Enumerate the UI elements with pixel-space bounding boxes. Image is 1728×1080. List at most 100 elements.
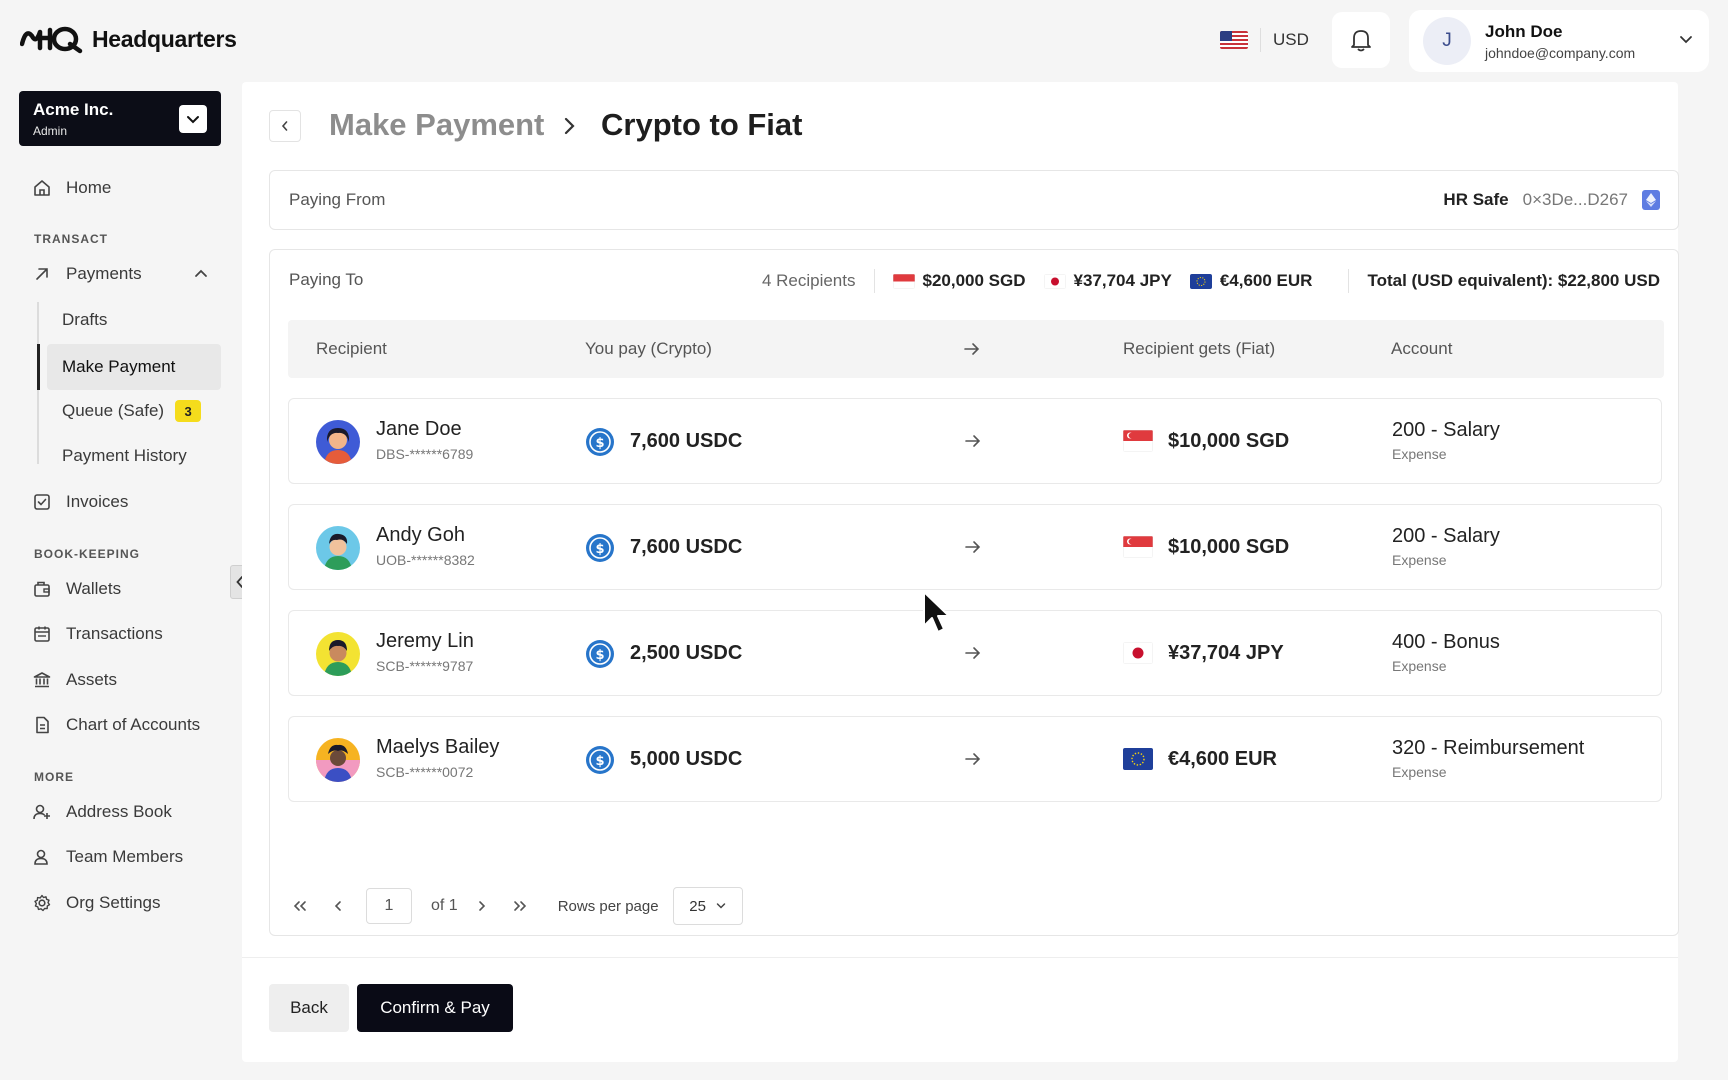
sidebar-item-address-book[interactable]: Address Book: [32, 798, 172, 826]
calendar-icon: [34, 626, 50, 642]
svg-text:$: $: [595, 542, 604, 557]
page-number-input[interactable]: 1: [366, 888, 412, 924]
eu-flag-icon: [1123, 748, 1153, 770]
avatar: [316, 526, 360, 570]
sidebar-item-invoices[interactable]: Invoices: [32, 488, 128, 516]
bell-icon: [1351, 30, 1371, 52]
next-page-icon[interactable]: [470, 894, 494, 918]
total-amount: ¥37,704 JPY: [1073, 271, 1172, 290]
sidebar-item-transactions[interactable]: Transactions: [32, 620, 163, 648]
paying-from-card: Paying From HR Safe 0×3De...D267: [269, 170, 1679, 230]
paying-from-label: Paying From: [289, 190, 386, 209]
account-type: Expense: [1392, 658, 1447, 674]
sidebar-item-payments[interactable]: Payments: [32, 260, 208, 288]
chevron-left-icon: [281, 121, 288, 131]
sidebar-item-label: Address Book: [66, 802, 172, 821]
avatar: [316, 420, 360, 464]
column-header-you-pay: You pay (Crypto): [585, 339, 712, 358]
sidebar-item-org-settings[interactable]: Org Settings: [32, 889, 161, 917]
usdc-icon: $: [586, 428, 614, 456]
column-header-recipient-gets: Recipient gets (Fiat): [1123, 339, 1276, 358]
back-button[interactable]: Back: [269, 984, 349, 1032]
sidebar-item-payment-history[interactable]: Payment History: [62, 442, 187, 470]
sidebar-item-drafts[interactable]: Drafts: [62, 306, 107, 334]
table-row[interactable]: Maelys Bailey SCB-******0072 $ 5,000 USD…: [288, 716, 1662, 802]
sidebar-item-team-members[interactable]: Team Members: [32, 843, 183, 871]
back-arrow-button[interactable]: [269, 110, 301, 142]
table-row[interactable]: Jane Doe DBS-******6789 $ 7,600 USDC $10…: [288, 398, 1662, 484]
singapore-flag-icon: [1123, 536, 1153, 558]
recipient-bank-account: SCB-******0072: [376, 764, 474, 780]
chevron-down-icon: [1680, 36, 1692, 44]
first-page-icon[interactable]: [288, 894, 312, 918]
section-label-more: MORE: [34, 770, 74, 784]
chevron-down-icon: [187, 116, 199, 124]
table-row[interactable]: Jeremy Lin SCB-******9787 $ 2,500 USDC ¥…: [288, 610, 1662, 696]
org-switcher[interactable]: Acme Inc. Admin: [19, 91, 221, 146]
rows-per-page-value: 25: [689, 897, 706, 915]
rows-per-page-label: Rows per page: [557, 897, 659, 915]
fiat-amount: ¥37,704 JPY: [1168, 642, 1284, 664]
last-page-icon[interactable]: [508, 894, 532, 918]
user-menu[interactable]: J John Doe johndoe@company.com: [1409, 10, 1709, 72]
breadcrumb-parent[interactable]: Make Payment: [329, 107, 544, 143]
avatar: [316, 738, 360, 782]
paying-to-summary: 4 Recipients $20,000 SGD ¥37,704 JPY €4,…: [762, 268, 1660, 294]
usdc-icon: $: [586, 746, 614, 774]
safe-address[interactable]: 0×3De...D267: [1523, 190, 1628, 210]
sidebar-item-label: Wallets: [66, 579, 122, 598]
notifications-button[interactable]: [1332, 12, 1390, 68]
prev-page-icon[interactable]: [326, 894, 350, 918]
total-eur: €4,600 EUR: [1189, 271, 1312, 291]
user-email: johndoe@company.com: [1485, 44, 1636, 61]
sidebar-item-wallets[interactable]: Wallets: [32, 575, 121, 603]
crypto-amount: 7,600 USDC: [630, 536, 743, 558]
arrow-right-icon: [965, 541, 981, 553]
arrow-right-icon: [964, 343, 980, 355]
table-row[interactable]: Andy Goh UOB-******8382 $ 7,600 USDC $10…: [288, 504, 1662, 590]
account-name: 200 - Salary: [1392, 419, 1500, 441]
sidebar: Acme Inc. Admin Home TRANSACT Payments D…: [0, 82, 250, 1080]
fiat-amount: $10,000 SGD: [1168, 536, 1290, 558]
app-logo[interactable]: Headquarters: [20, 24, 237, 54]
sidebar-item-label: Transactions: [66, 624, 163, 643]
currency-label: USD: [1273, 30, 1309, 49]
fiat-amount: €4,600 EUR: [1168, 748, 1277, 770]
org-dropdown-button[interactable]: [179, 105, 207, 133]
confirm-pay-button[interactable]: Confirm & Pay: [357, 984, 513, 1032]
rows-per-page-select[interactable]: 25: [672, 887, 743, 925]
singapore-flag-icon: [1123, 430, 1153, 452]
account-name: 200 - Salary: [1392, 525, 1500, 547]
fiat-amount: $10,000 SGD: [1168, 430, 1290, 452]
account-name: 320 - Reimbursement: [1392, 737, 1585, 759]
hq-logo-icon: [20, 26, 83, 54]
wallet-icon: [34, 581, 50, 597]
sidebar-item-make-payment[interactable]: Make Payment: [47, 344, 221, 390]
gear-icon: [34, 894, 51, 912]
sidebar-item-label: Invoices: [66, 492, 129, 511]
singapore-flag-icon: [892, 273, 915, 289]
sidebar-item-label: Queue (Safe): [62, 401, 165, 420]
japan-flag-icon: [1123, 642, 1153, 664]
bank-icon: [33, 672, 51, 688]
sidebar-item-queue[interactable]: Queue (Safe) 3: [62, 397, 202, 425]
recipient-name: Jeremy Lin: [376, 630, 474, 652]
chevron-down-icon: [716, 903, 726, 909]
divider: [1348, 269, 1350, 293]
chevron-up-icon: [195, 269, 207, 277]
currency-selector[interactable]: USD: [1220, 28, 1309, 52]
account-type: Expense: [1392, 764, 1447, 780]
users-icon: [34, 849, 48, 865]
sidebar-item-assets[interactable]: Assets: [32, 666, 117, 694]
user-name: John Doe: [1485, 21, 1563, 41]
sidebar-item-home[interactable]: Home: [32, 174, 111, 202]
active-indicator: [37, 344, 40, 390]
sidebar-item-chart-of-accounts[interactable]: Chart of Accounts: [32, 711, 200, 739]
recipient-bank-account: DBS-******6789: [376, 446, 474, 462]
crypto-amount: 2,500 USDC: [630, 642, 743, 664]
section-label-transact: TRANSACT: [34, 232, 108, 246]
crypto-amount: 5,000 USDC: [630, 748, 743, 770]
account-name: 400 - Bonus: [1392, 631, 1500, 653]
sidebar-item-label: Team Members: [66, 847, 184, 866]
home-icon: [34, 180, 50, 196]
